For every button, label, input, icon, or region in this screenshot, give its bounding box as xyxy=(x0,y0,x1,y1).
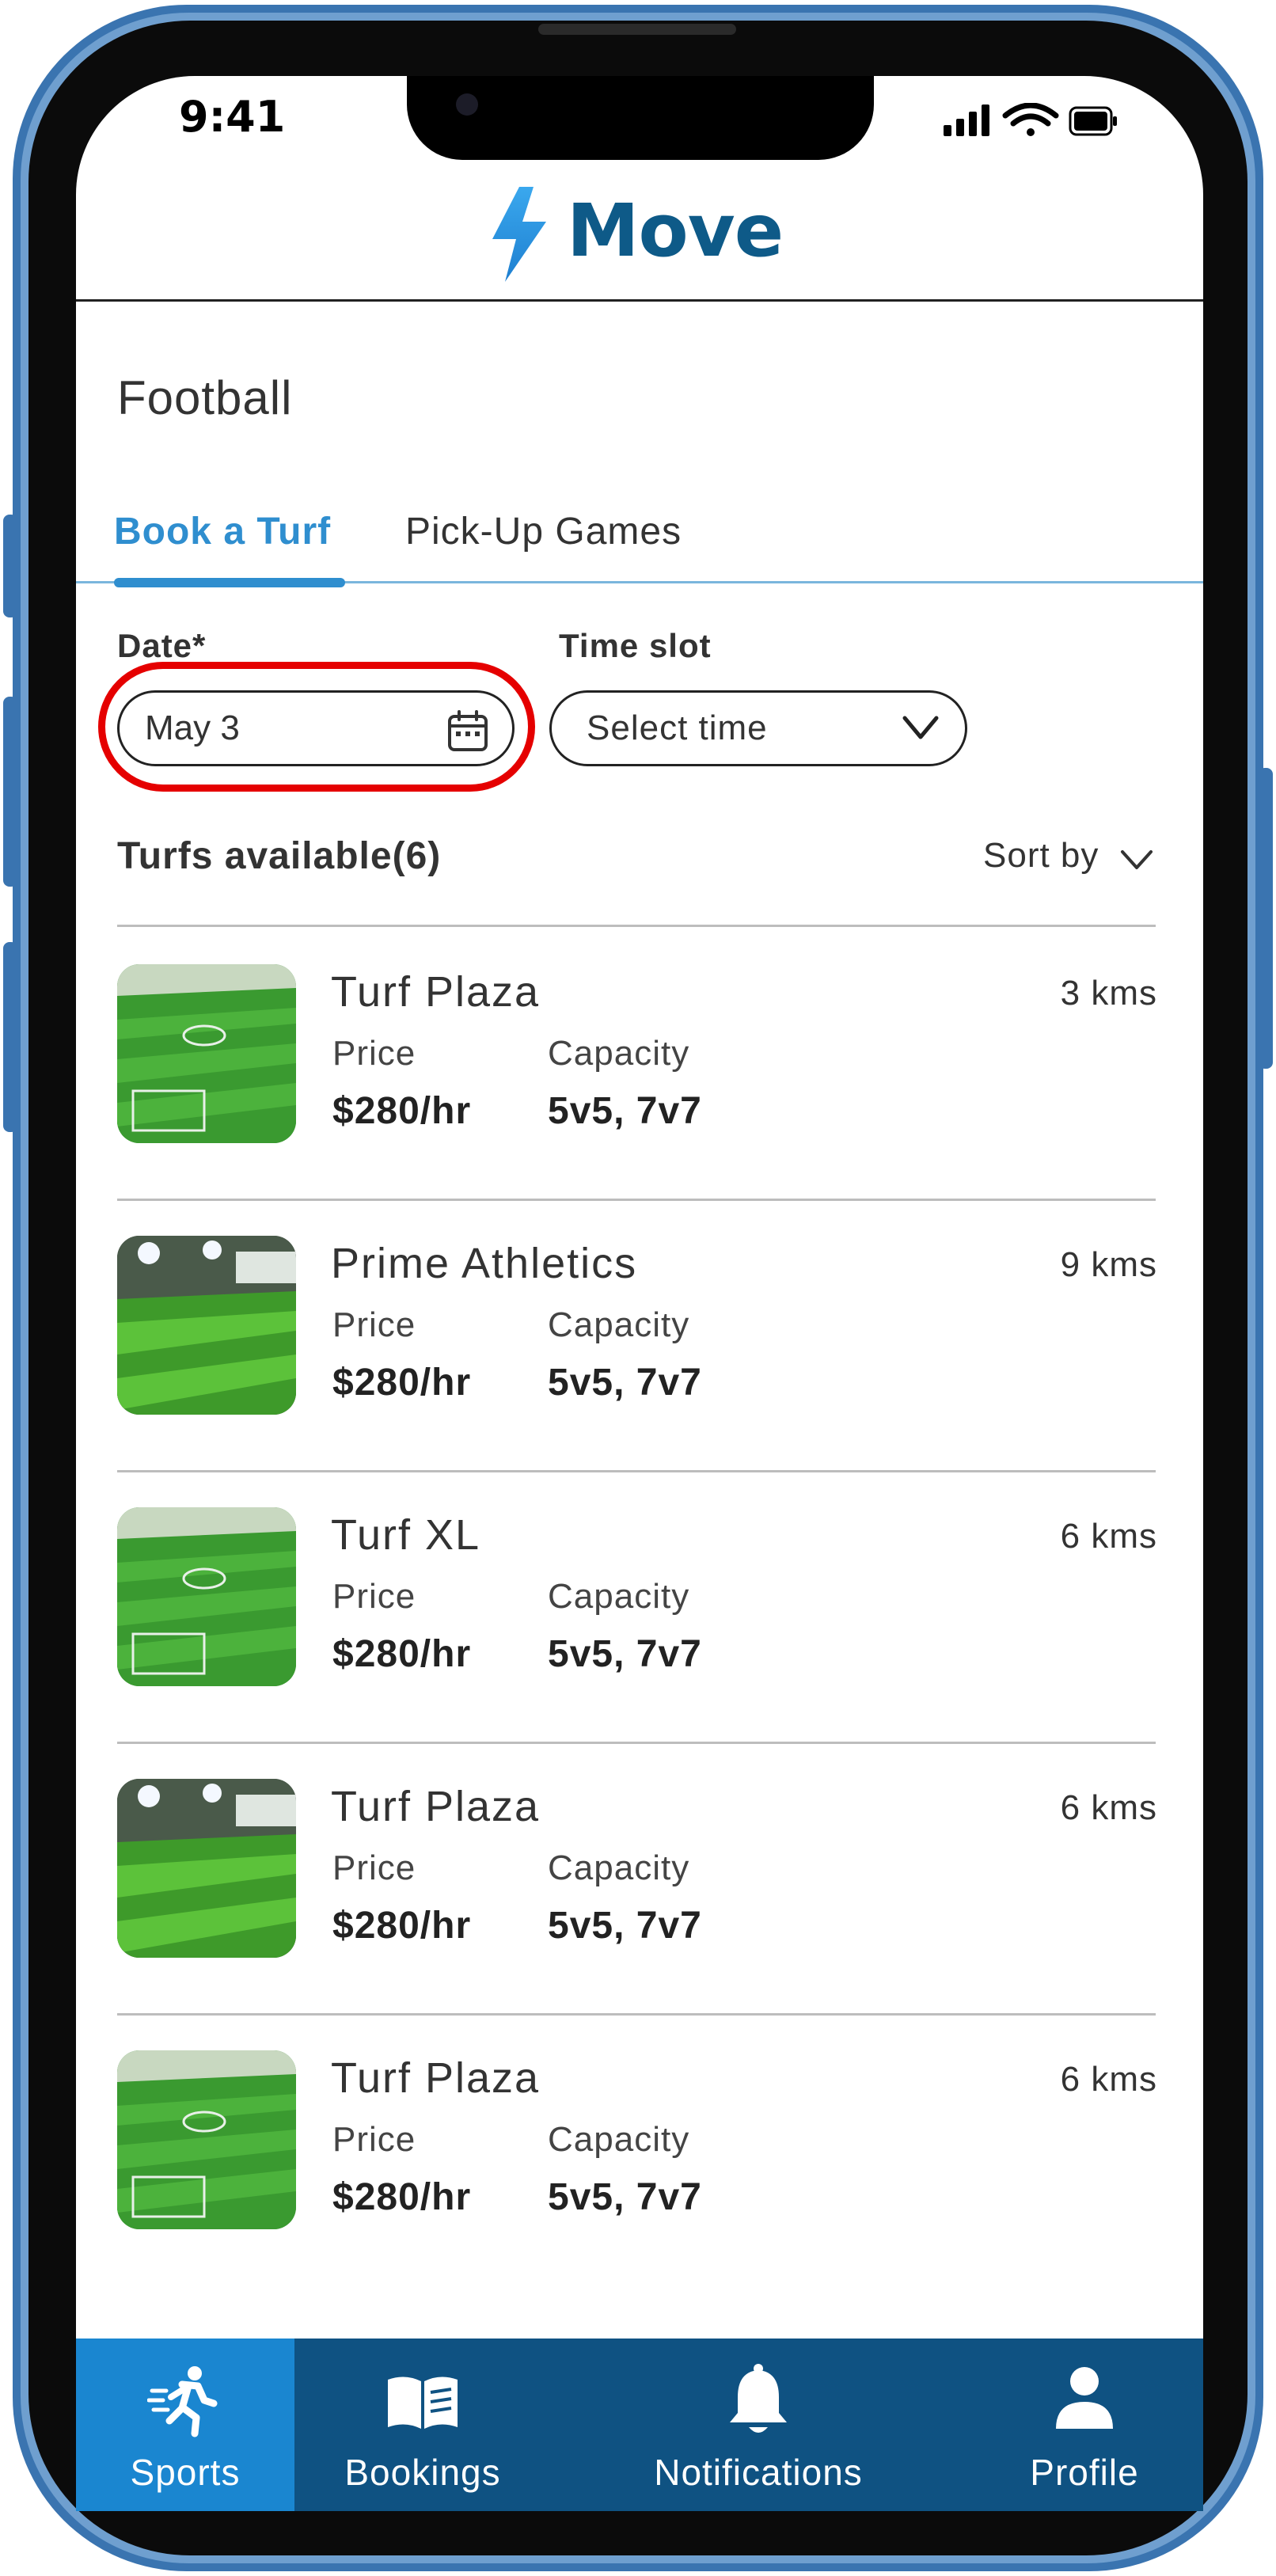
capacity-value: 5v5, 7v7 xyxy=(548,2176,702,2218)
turf-thumbnail xyxy=(117,964,296,1143)
running-person-icon xyxy=(147,2366,218,2437)
tab-book-a-turf[interactable]: Book a Turf xyxy=(114,510,331,553)
header-divider xyxy=(76,299,1203,302)
lightning-bolt-icon xyxy=(492,187,546,282)
date-label: Date* xyxy=(117,627,207,664)
nav-notifications[interactable]: Notifications xyxy=(624,2339,893,2511)
turf-thumbnail xyxy=(117,1779,296,1958)
capacity-value: 5v5, 7v7 xyxy=(548,1362,702,1404)
turf-name: Turf Plaza xyxy=(331,2054,541,2102)
list-divider xyxy=(117,1742,1156,1744)
price-label: Price xyxy=(332,1577,416,1616)
nav-bookings[interactable]: Bookings xyxy=(310,2339,535,2511)
chevron-down-icon xyxy=(902,716,939,739)
nav-sports[interactable]: Sports xyxy=(76,2339,294,2511)
capacity-label: Capacity xyxy=(548,1034,690,1073)
turf-list-item[interactable]: Prime Athletics 9 kms Price Capacity $280/hr… xyxy=(76,1220,1203,1457)
turf-distance: 3 kms xyxy=(1060,974,1157,1013)
turf-name: Turf Plaza xyxy=(331,968,541,1016)
capacity-label: Capacity xyxy=(548,1577,690,1616)
capacity-label: Capacity xyxy=(548,1305,690,1344)
price-label: Price xyxy=(332,1848,416,1887)
notch xyxy=(407,76,874,160)
status-time: 9:41 xyxy=(179,92,286,142)
turf-distance: 6 kms xyxy=(1060,2060,1157,2099)
time-slot-select[interactable]: Select time xyxy=(549,690,967,766)
list-divider xyxy=(117,2013,1156,2016)
capacity-label: Capacity xyxy=(548,2120,690,2159)
price-value: $280/hr xyxy=(332,1905,472,1947)
capacity-value: 5v5, 7v7 xyxy=(548,1905,702,1947)
nav-profile[interactable]: Profile xyxy=(989,2339,1179,2511)
brand-name: Move xyxy=(567,188,784,273)
page-title: Football xyxy=(117,371,293,424)
nav-label: Notifications xyxy=(654,2452,863,2493)
turf-list-item[interactable]: Turf Plaza 6 kms Price Capacity $280/hr 5v5, … xyxy=(76,2035,1203,2272)
sort-by-button[interactable]: Sort by xyxy=(983,836,1099,876)
turf-name: Turf XL xyxy=(331,1511,481,1559)
bell-icon xyxy=(730,2364,787,2433)
battery-icon xyxy=(1069,106,1117,136)
chevron-down-icon[interactable] xyxy=(1119,847,1154,872)
app-screen: 9:41 Move Football Book a Turf Pick-Up G… xyxy=(76,76,1203,2511)
nav-label: Sports xyxy=(130,2452,241,2493)
active-tab-indicator xyxy=(114,578,345,587)
turf-distance: 6 kms xyxy=(1060,1788,1157,1827)
wifi-icon xyxy=(1002,103,1059,136)
turf-list-item[interactable]: Turf Plaza 6 kms Price Capacity $280/hr 5v5, … xyxy=(76,1763,1203,2000)
bottom-navigation: Sports Bookings Notifications Profile xyxy=(76,2339,1203,2511)
turf-list-item[interactable]: Turf Plaza 3 kms Price Capacity $280/hr 5v5, … xyxy=(76,948,1203,1186)
time-slot-label: Time slot xyxy=(559,627,712,664)
turf-distance: 6 kms xyxy=(1060,1517,1157,1556)
capacity-label: Capacity xyxy=(548,1848,690,1887)
turf-distance: 9 kms xyxy=(1060,1245,1157,1284)
turf-name: Turf Plaza xyxy=(331,1783,541,1830)
capacity-value: 5v5, 7v7 xyxy=(548,1633,702,1675)
price-value: $280/hr xyxy=(332,1090,472,1132)
tab-pick-up-games[interactable]: Pick-Up Games xyxy=(405,510,682,553)
turfs-available-count: Turfs available(6) xyxy=(117,835,442,877)
book-icon xyxy=(388,2377,458,2429)
turf-list-item[interactable]: Turf XL 6 kms Price Capacity $280/hr 5v5, 7v7 xyxy=(76,1491,1203,1729)
turf-thumbnail xyxy=(117,1507,296,1686)
turf-thumbnail xyxy=(117,1236,296,1415)
price-label: Price xyxy=(332,2120,416,2159)
price-value: $280/hr xyxy=(332,1362,472,1404)
price-label: Price xyxy=(332,1305,416,1344)
price-label: Price xyxy=(332,1034,416,1073)
list-divider xyxy=(117,1470,1156,1472)
cellular-signal-icon xyxy=(944,104,989,136)
time-slot-value: Select time xyxy=(587,709,768,747)
list-divider xyxy=(117,925,1156,927)
status-icons xyxy=(944,103,1117,136)
turf-name: Prime Athletics xyxy=(331,1240,638,1287)
price-value: $280/hr xyxy=(332,2176,472,2218)
date-field-highlight xyxy=(98,662,535,792)
nav-label: Profile xyxy=(1030,2452,1139,2493)
nav-label: Bookings xyxy=(344,2452,501,2493)
person-icon xyxy=(1056,2367,1113,2429)
list-divider xyxy=(117,1199,1156,1201)
app-logo: Move xyxy=(488,187,820,282)
price-value: $280/hr xyxy=(332,1633,472,1675)
front-camera xyxy=(456,93,478,116)
capacity-value: 5v5, 7v7 xyxy=(548,1090,702,1132)
turf-thumbnail xyxy=(117,2050,296,2229)
